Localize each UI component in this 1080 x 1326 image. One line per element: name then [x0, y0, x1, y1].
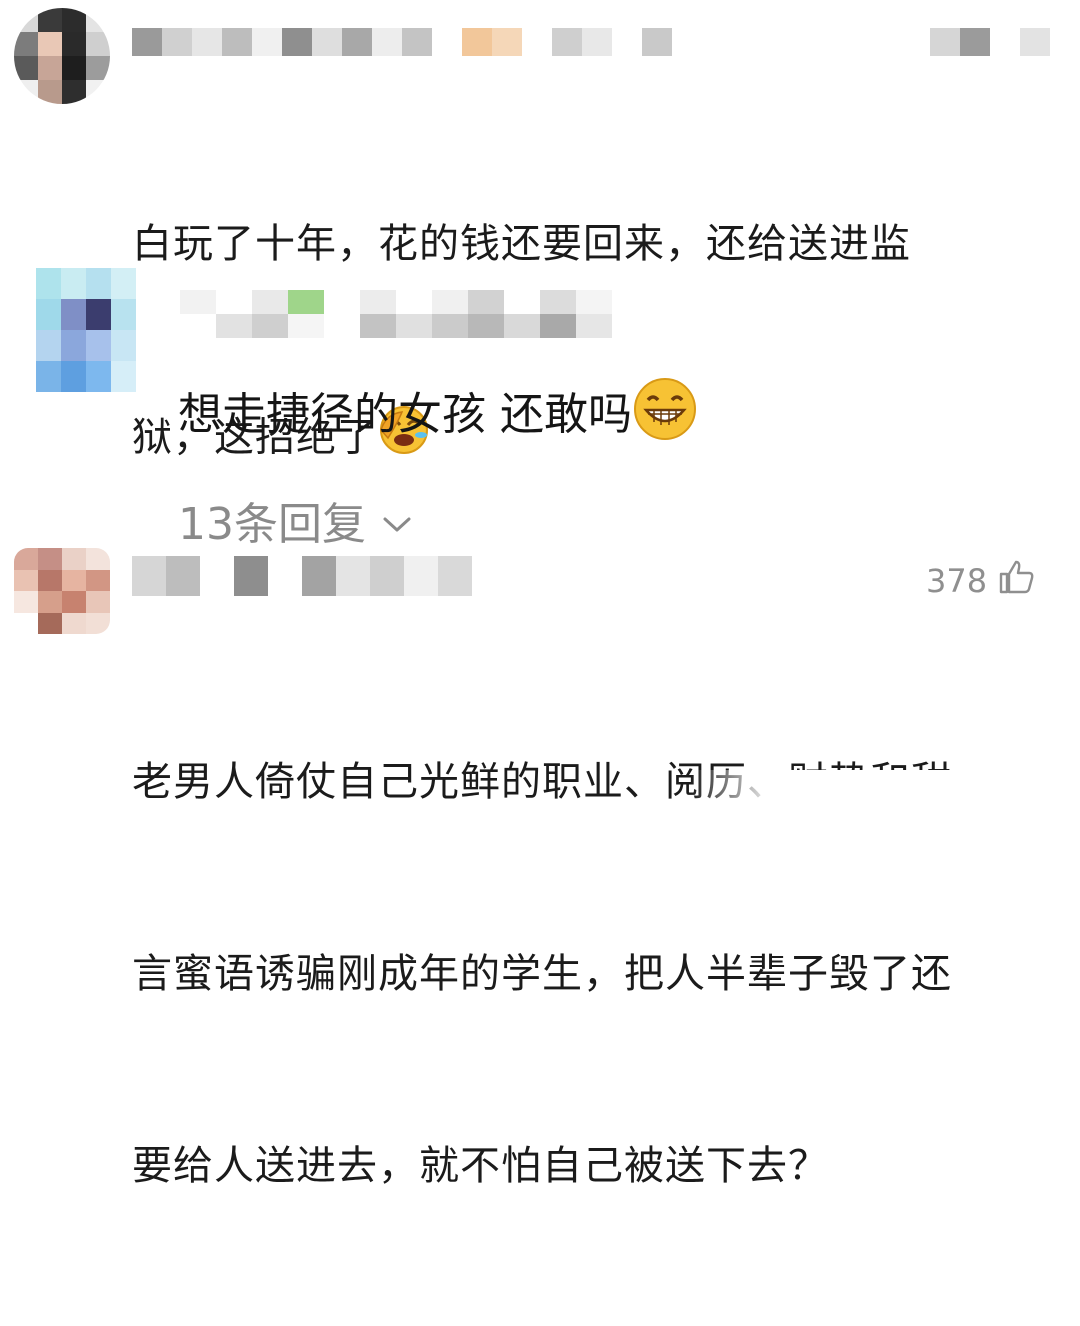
avatar[interactable]	[36, 268, 136, 392]
thumbs-up-icon	[997, 558, 1035, 604]
avatar[interactable]	[14, 8, 110, 104]
comment-text-line: 言蜜语诱骗刚成年的学生，把人半辈子毁了还	[132, 951, 952, 997]
comment-text-line: 要给人送进去，就不怕自己被送下去？	[132, 1143, 829, 1189]
reply-text-fragment: 想走捷径的女孩 还敢吗	[178, 389, 632, 440]
like-button[interactable]: 378	[926, 558, 1035, 604]
avatar[interactable]	[14, 548, 110, 634]
like-meta-blurred[interactable]	[930, 28, 1050, 56]
truncation-fade	[690, 770, 1080, 826]
grinning-emoji-icon	[632, 376, 698, 458]
username-blurred[interactable]	[132, 556, 472, 596]
reply-text: 想走捷径的女孩 还敢吗	[178, 376, 698, 458]
chevron-down-icon	[382, 495, 412, 546]
replies-count-label: 13条回复	[178, 499, 366, 550]
comment-text: 老男人倚仗自己光鲜的职业、阅历、财势和甜 言蜜语诱骗刚成年的学生，把人半辈子毁了…	[132, 622, 952, 1326]
like-count: 378	[926, 562, 988, 600]
username-blurred[interactable]	[132, 28, 672, 56]
view-replies-button[interactable]: 13条回复	[178, 488, 412, 552]
comment-text-line: 白玩了十年，花的钱还要回来，还给送进监	[132, 221, 911, 267]
username-blurred[interactable]	[180, 290, 612, 338]
